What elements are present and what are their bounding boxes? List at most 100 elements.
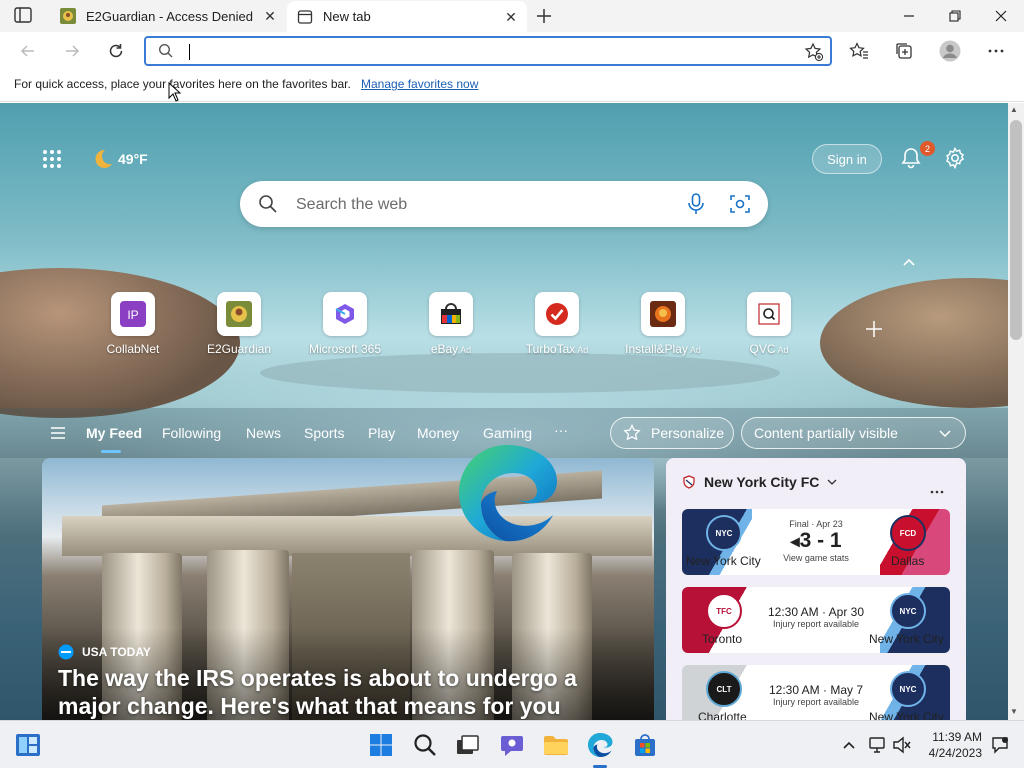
tab-close-icon[interactable]: ✕	[262, 8, 278, 24]
quick-link-turbotax[interactable]: TurboTax Ad	[512, 292, 602, 356]
quick-link-e2guardian[interactable]: E2Guardian	[194, 292, 284, 356]
add-favorite-icon[interactable]	[804, 42, 824, 65]
background-hill	[820, 278, 1008, 408]
quick-link-label: QVC	[749, 342, 776, 356]
page-settings-gear-icon[interactable]	[942, 145, 968, 171]
voice-search-microphone-icon[interactable]	[686, 193, 706, 218]
team-shield-icon	[683, 475, 695, 489]
avatar-icon	[939, 40, 961, 62]
forward-button[interactable]	[56, 35, 88, 67]
content-visibility-dropdown[interactable]: Content partially visible	[741, 417, 966, 449]
profile-button[interactable]	[934, 35, 966, 67]
address-input[interactable]	[186, 42, 766, 60]
start-button-windows-icon[interactable]	[367, 731, 395, 759]
file-explorer-icon[interactable]	[542, 731, 570, 759]
feed-more-button[interactable]: ···	[554, 422, 568, 438]
quick-link-ebay[interactable]: eBay Ad	[406, 292, 496, 356]
feed-tab-news[interactable]: News	[246, 425, 281, 441]
charlotte-fc-crest-icon: CLT	[706, 671, 742, 707]
home-team: Charlotte	[698, 710, 747, 720]
teams-chat-icon[interactable]	[498, 731, 526, 759]
collapse-chevron-up-icon[interactable]	[902, 255, 916, 270]
collabnet-tile-icon: IP	[111, 292, 155, 336]
ad-label: Ad	[460, 345, 472, 355]
new-tab-button[interactable]	[533, 5, 555, 27]
sports-more-options-icon[interactable]	[930, 482, 944, 497]
match-card[interactable]: TFC NYC Toronto New York City 12:30 AM ·…	[682, 587, 950, 653]
away-team: New York City	[869, 710, 944, 720]
background-hill	[260, 353, 780, 393]
quick-link-qvc[interactable]: QVC Ad	[724, 292, 814, 356]
quick-link-collabnet[interactable]: IP CollabNet	[88, 292, 178, 356]
tab-title: New tab	[323, 9, 371, 24]
match-card[interactable]: CLT NYC Charlotte New York City 12:30 AM…	[682, 665, 950, 720]
match-score: 3 - 1	[799, 529, 842, 552]
microsoft-store-icon[interactable]	[631, 731, 659, 759]
match-note[interactable]: Injury report available	[762, 619, 870, 629]
quick-link-label: eBay	[430, 342, 459, 356]
task-view-icon[interactable]	[454, 731, 482, 759]
taskbar-clock[interactable]: 11:39 AM 4/24/2023	[920, 729, 982, 761]
weather-widget[interactable]: 49°F	[90, 147, 148, 171]
tab-close-icon[interactable]: ✕	[503, 9, 519, 25]
hero-news-card[interactable]: USA TODAY The way the IRS operates is ab…	[42, 458, 654, 720]
favorites-button[interactable]	[843, 35, 875, 67]
quick-link-install-play[interactable]: Install&Play Ad	[618, 292, 708, 356]
quick-link-microsoft-365[interactable]: Microsoft 365	[300, 292, 390, 356]
feed-tab-sports[interactable]: Sports	[304, 425, 344, 441]
taskbar-search-icon[interactable]	[411, 731, 439, 759]
close-window-button[interactable]	[978, 0, 1024, 32]
edge-browser-taskbar-icon[interactable]	[586, 731, 614, 759]
personalize-button[interactable]: Personalize	[610, 417, 734, 449]
sports-card-header[interactable]: New York City FC	[682, 474, 837, 490]
web-search-box[interactable]: Search the web	[240, 181, 768, 227]
match-card[interactable]: NYC FCD New York City Dallas Final · Apr…	[682, 509, 950, 575]
tab-new-tab[interactable]: New tab ✕	[287, 1, 527, 32]
plus-icon	[866, 321, 882, 337]
apps-launcher-icon[interactable]	[40, 147, 64, 171]
scrollbar-thumb[interactable]	[1010, 120, 1022, 340]
feed-tab-gaming[interactable]: Gaming	[483, 425, 532, 441]
feed-tab-play[interactable]: Play	[368, 425, 395, 441]
back-arrow-icon	[20, 45, 34, 57]
restore-button[interactable]	[932, 0, 978, 32]
notification-center-icon[interactable]	[986, 731, 1014, 759]
tab-e2guardian[interactable]: E2Guardian - Access Denied ✕	[50, 0, 286, 32]
add-quick-link-button[interactable]	[864, 319, 886, 341]
show-hidden-icons-chevron-icon[interactable]	[835, 731, 863, 759]
refresh-button[interactable]	[100, 35, 132, 67]
mouse-cursor-icon	[168, 82, 182, 102]
widgets-icon[interactable]	[14, 731, 42, 759]
sign-in-button[interactable]: Sign in	[812, 144, 882, 174]
collections-button[interactable]	[888, 35, 920, 67]
scroll-up-arrow-icon[interactable]: ▲	[1010, 105, 1018, 114]
favorites-bar-message: For quick access, place your favorites h…	[14, 77, 351, 91]
new-tab-favicon-icon	[297, 9, 313, 25]
svg-text:IP: IP	[127, 308, 138, 322]
back-button[interactable]	[12, 35, 44, 67]
weather-temperature: 49°F	[118, 151, 148, 167]
scroll-down-arrow-icon[interactable]: ▼	[1010, 707, 1018, 716]
match-status: 12:30 AM · May 7	[768, 683, 864, 697]
settings-more-button[interactable]	[980, 35, 1012, 67]
match-note[interactable]: Injury report available	[762, 697, 870, 707]
manage-favorites-link[interactable]: Manage favorites now	[361, 77, 478, 91]
text-caret	[189, 44, 190, 60]
tab-actions-icon[interactable]	[14, 7, 34, 25]
feed-tab-money[interactable]: Money	[417, 425, 459, 441]
address-bar[interactable]	[144, 36, 832, 66]
refresh-icon	[109, 44, 123, 58]
visual-search-camera-icon[interactable]	[730, 194, 750, 217]
hero-headline[interactable]: The way the IRS operates is about to und…	[58, 664, 638, 720]
feed-tab-my-feed[interactable]: My Feed	[86, 425, 142, 441]
sports-team-name: New York City FC	[704, 474, 820, 490]
minimize-button[interactable]	[886, 0, 932, 32]
browser-toolbar	[0, 32, 1024, 70]
collections-icon	[896, 43, 912, 59]
usa-today-logo-icon	[58, 644, 74, 660]
feed-tab-following[interactable]: Following	[162, 425, 221, 441]
feed-menu-hamburger-icon[interactable]	[50, 427, 66, 442]
active-tab-indicator	[101, 450, 121, 453]
match-note[interactable]: View game stats	[762, 553, 870, 563]
volume-muted-icon[interactable]	[888, 731, 916, 759]
